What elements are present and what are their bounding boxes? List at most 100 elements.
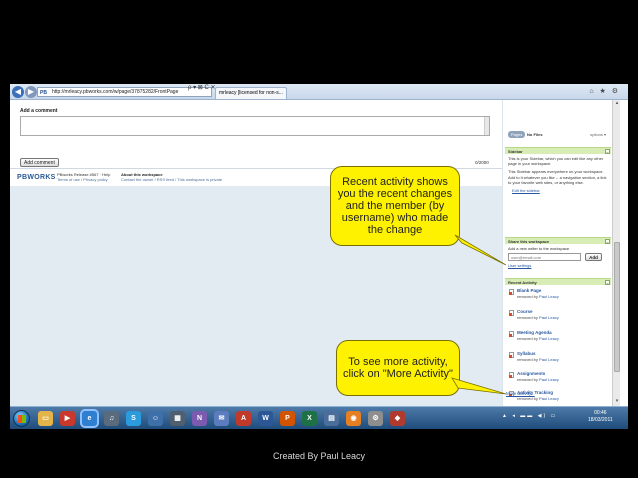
- activity-title[interactable]: Course: [517, 309, 533, 314]
- add-writer-button[interactable]: Add: [585, 253, 602, 261]
- activity-user[interactable]: Paul Leacy: [539, 336, 559, 341]
- activity-meta: removed by Paul Leacy: [517, 377, 559, 382]
- activity-item: Syllabus removed by Paul Leacy: [509, 351, 609, 367]
- recent-activity-heading: Recent Activity: [508, 280, 537, 285]
- tab-title: mrleacy [licensed for non-s...: [219, 90, 283, 96]
- itunes-icon[interactable]: ♫: [104, 411, 119, 426]
- pbworks-logo: PBWORKS: [17, 174, 56, 181]
- more-callout-text: To see more activity, click on "More Act…: [343, 356, 453, 380]
- collapse-icon[interactable]: –: [605, 149, 610, 154]
- activity-title[interactable]: Syllabus: [517, 351, 536, 356]
- activity-user[interactable]: Paul Leacy: [539, 377, 559, 382]
- workspace-links[interactable]: Contact the owner / RSS feed / This work…: [121, 177, 222, 182]
- activity-meta: removed by Paul Leacy: [517, 336, 559, 341]
- activity-item: Assignments removed by Paul Leacy: [509, 371, 609, 387]
- comment-scrollbar[interactable]: [484, 117, 489, 135]
- page-icon: [509, 331, 514, 337]
- back-icon[interactable]: ◀: [12, 86, 24, 98]
- sidebar-description: This is your Sidebar, which you can edit…: [508, 156, 608, 193]
- activity-item: Meeting Agenda removed by Paul Leacy: [509, 330, 609, 346]
- activity-meta: removed by Paul Leacy: [517, 315, 559, 320]
- document-icon[interactable]: ▤: [324, 411, 339, 426]
- powerpoint-icon[interactable]: P: [280, 411, 295, 426]
- comment-textarea[interactable]: [20, 116, 490, 136]
- outlook-icon[interactable]: ✉: [214, 411, 229, 426]
- more-activity-callout: To see more activity, click on "More Act…: [336, 340, 460, 396]
- reader-icon[interactable]: ◆: [390, 411, 405, 426]
- page-icon: [509, 352, 514, 358]
- start-button[interactable]: [13, 410, 30, 427]
- address-text: http://mrleacy.pbworks.com/w/page/378752…: [52, 89, 179, 95]
- footer-workspace-info: About this workspace Contact the owner /…: [121, 172, 222, 182]
- browser-tab[interactable]: mrleacy [licensed for non-s...: [215, 87, 287, 99]
- slide-credit: Created By Paul Leacy: [272, 451, 366, 461]
- pages-files-bar: Pages No Files options ▾: [503, 130, 613, 139]
- forward-icon[interactable]: ▶: [25, 86, 37, 98]
- more-activity-link[interactable]: More activity...: [506, 391, 535, 396]
- firefox-icon[interactable]: ◉: [346, 411, 361, 426]
- page-icon: [509, 289, 514, 295]
- right-sidebar: Pages No Files options ▾ Sidebar – This …: [502, 100, 612, 406]
- address-bar[interactable]: PB http://mrleacy.pbworks.com/w/page/378…: [37, 87, 212, 97]
- excel-icon[interactable]: X: [302, 411, 317, 426]
- address-actions[interactable]: ρ ▾ ⊠ C ✕: [188, 84, 215, 91]
- collapse-icon[interactable]: –: [605, 280, 610, 285]
- share-section-header: Share this workspace –: [505, 237, 611, 244]
- share-heading: Share this workspace: [508, 239, 550, 244]
- activity-item: Course removed by Paul Leacy: [509, 309, 609, 325]
- browser-tools-icons[interactable]: ⌂ ★ ⚙: [589, 87, 620, 95]
- user-settings-link[interactable]: User settings: [508, 263, 531, 268]
- page-icon: [509, 372, 514, 378]
- footer-release-info: PBworks Release #567 · Help Terms of use…: [57, 172, 110, 182]
- collapse-icon[interactable]: –: [605, 239, 610, 244]
- desktop-screen: ◀ ▶ PB http://mrleacy.pbworks.com/w/page…: [10, 84, 628, 429]
- recent-callout-text: Recent activity shows you the recent cha…: [337, 176, 453, 236]
- access-icon[interactable]: A: [236, 411, 251, 426]
- clock-time: 00:46: [594, 410, 607, 416]
- messenger-icon[interactable]: ☺: [148, 411, 163, 426]
- picture-icon[interactable]: ▦: [170, 411, 185, 426]
- share-instructions: Add a new writer to the workspace.: [508, 246, 571, 251]
- email-input[interactable]: [508, 253, 581, 261]
- taskbar-clock[interactable]: 00:46 18/03/2011: [588, 410, 613, 424]
- activity-meta: removed by Paul Leacy: [517, 294, 559, 299]
- pages-tab[interactable]: Pages: [508, 131, 526, 138]
- page-scrollbar[interactable]: ▴ ▾: [612, 100, 620, 406]
- activity-item: Blank Page removed by Paul Leacy: [509, 288, 609, 304]
- activity-title[interactable]: Meeting Agenda: [517, 330, 552, 335]
- options-dropdown[interactable]: options ▾: [590, 132, 606, 137]
- add-comment-button[interactable]: Add comment: [20, 158, 59, 167]
- recent-activity-header: Recent Activity –: [505, 278, 611, 285]
- terms-links[interactable]: Terms of use / Privacy policy: [57, 177, 110, 182]
- sidebar-section-header: Sidebar –: [505, 147, 611, 154]
- character-counter: 0/2000: [475, 160, 489, 165]
- activity-user[interactable]: Paul Leacy: [539, 315, 559, 320]
- window-edge: [620, 100, 628, 406]
- sidebar-text-1: This is your Sidebar, which you can edit…: [508, 156, 604, 167]
- activity-meta: removed by Paul Leacy: [517, 396, 559, 401]
- activity-title[interactable]: Assignments: [517, 371, 545, 376]
- system-tray[interactable]: ▲ ◂ ▬▬ ◀) ▭: [502, 413, 557, 419]
- settings-icon[interactable]: ⚙: [368, 411, 383, 426]
- windows-taskbar: ▭ ▶ e ♫ S ☺ ▦ N ✉ A W P X ▤ ◉ ⚙ ◆ ▲ ◂ ▬▬…: [10, 406, 628, 429]
- windows-logo-icon: [18, 415, 26, 423]
- sidebar-text-2: This Sidebar appears everywhere on your …: [508, 169, 607, 185]
- recent-activity-callout: Recent activity shows you the recent cha…: [330, 166, 460, 246]
- browser-toolbar: ◀ ▶ PB http://mrleacy.pbworks.com/w/page…: [10, 84, 628, 100]
- folder-icon[interactable]: ▭: [38, 411, 53, 426]
- no-files-label: No Files: [527, 132, 543, 137]
- activity-user[interactable]: Paul Leacy: [539, 357, 559, 362]
- onenote-icon[interactable]: N: [192, 411, 207, 426]
- clock-date: 18/03/2011: [588, 417, 613, 423]
- sidebar-heading: Sidebar: [508, 149, 523, 154]
- internet-explorer-icon[interactable]: e: [82, 411, 97, 426]
- skype-icon[interactable]: S: [126, 411, 141, 426]
- activity-user[interactable]: Paul Leacy: [539, 294, 559, 299]
- activity-meta: removed by Paul Leacy: [517, 357, 559, 362]
- activity-user[interactable]: Paul Leacy: [539, 396, 559, 401]
- page-icon: [509, 310, 514, 316]
- activity-title[interactable]: Blank Page: [517, 288, 541, 293]
- word-icon[interactable]: W: [258, 411, 273, 426]
- edit-sidebar-link[interactable]: Edit the sidebar: [512, 188, 608, 193]
- media-player-icon[interactable]: ▶: [60, 411, 75, 426]
